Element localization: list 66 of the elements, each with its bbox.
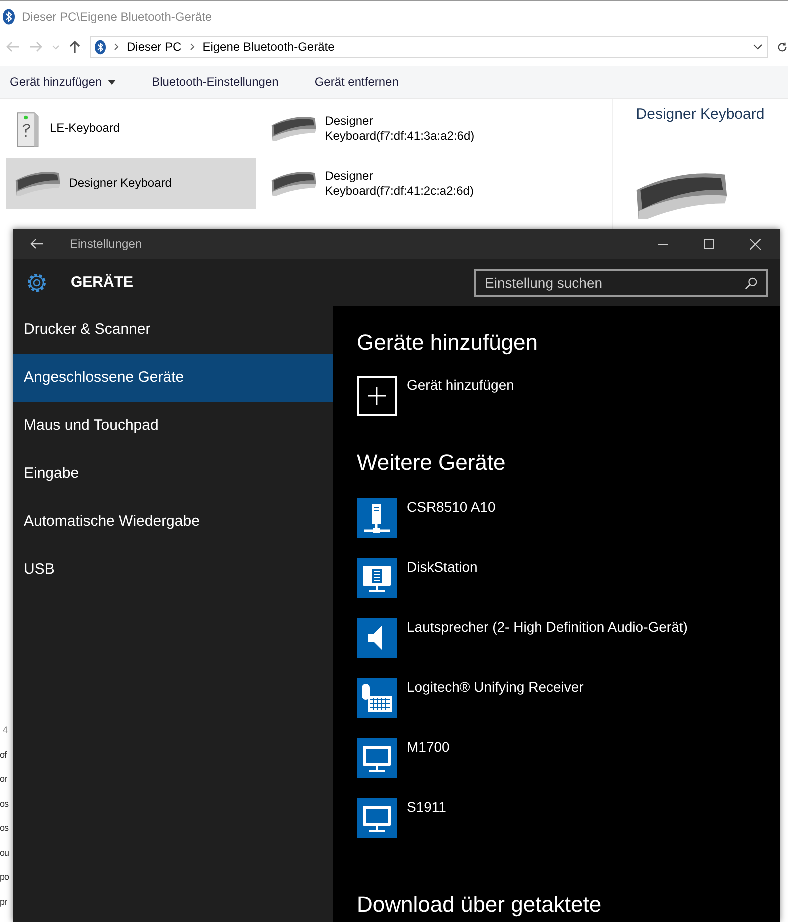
details-title: Designer Keyboard bbox=[636, 106, 765, 123]
network-device-icon bbox=[357, 498, 397, 538]
toolbar-button[interactable]: Bluetooth-Einstellungen bbox=[146, 71, 285, 93]
device-item[interactable]: LE-Keyboard bbox=[6, 103, 256, 154]
monitor-icon bbox=[357, 798, 397, 838]
close-icon[interactable] bbox=[750, 238, 761, 250]
device-name[interactable]: CSR8510 A10 bbox=[407, 498, 496, 515]
chevron-right-icon bbox=[190, 43, 195, 51]
caret-icon bbox=[108, 80, 116, 84]
address-bar[interactable]: Dieser PC Eigene Bluetooth-Geräte bbox=[90, 36, 768, 58]
background-text: pr bbox=[0, 896, 8, 909]
window-title: Dieser PC\Eigene Bluetooth-Geräte bbox=[22, 10, 212, 24]
plus-icon bbox=[368, 387, 386, 405]
keyboard-icon bbox=[270, 116, 318, 141]
device-name[interactable]: S1911 bbox=[407, 798, 446, 815]
device-name[interactable]: Logitech® Unifying Receiver bbox=[407, 678, 584, 695]
device-name: Designer Keyboard(f7:df:41:3a:a2:6d) bbox=[325, 114, 476, 144]
sidebar-item[interactable]: Eingabe bbox=[13, 450, 333, 498]
keyboard-icon bbox=[14, 171, 62, 196]
section-heading: Weitere Geräte bbox=[357, 450, 507, 477]
sidebar-item[interactable]: Automatische Wiedergabe bbox=[13, 498, 333, 546]
sidebar-item[interactable]: Drucker & Scanner bbox=[13, 306, 333, 354]
search-icon bbox=[745, 276, 758, 290]
monitor-icon bbox=[357, 738, 397, 778]
sidebar-item[interactable]: Maus und Touchpad bbox=[13, 402, 333, 450]
background-text: os bbox=[0, 798, 9, 810]
background-text: of bbox=[0, 748, 7, 762]
keyboard-icon bbox=[270, 171, 318, 196]
section-heading: Geräte hinzufügen bbox=[357, 330, 540, 357]
background-text: po bbox=[0, 871, 10, 884]
device-item[interactable]: Designer Keyboard bbox=[6, 158, 256, 209]
back-arrow-icon[interactable] bbox=[30, 238, 44, 250]
chevron-right-icon bbox=[114, 43, 119, 51]
maximize-icon[interactable] bbox=[704, 239, 714, 250]
up-arrow-icon[interactable] bbox=[69, 40, 81, 54]
window-title: Einstellungen bbox=[70, 237, 142, 252]
add-button[interactable] bbox=[357, 376, 397, 416]
page-header: GERÄTE bbox=[71, 274, 134, 292]
device-name: Designer Keyboard bbox=[69, 176, 173, 191]
background-text: ou bbox=[0, 846, 10, 860]
speaker-icon bbox=[357, 618, 397, 658]
device-name: Designer Keyboard(f7:df:41:2c:a2:6d) bbox=[325, 168, 475, 198]
search-field[interactable]: Einstellung suchen bbox=[474, 268, 768, 297]
device-item[interactable]: Designer Keyboard(f7:df:41:2c:a2:6d) bbox=[262, 158, 512, 209]
monitor-icon bbox=[357, 558, 397, 598]
breadcrumb-item[interactable]: Eigene Bluetooth-Geräte bbox=[202, 40, 335, 54]
add-device-label[interactable]: Gerät hinzufügen bbox=[407, 376, 514, 393]
mouse-keyboard-icon bbox=[357, 678, 397, 718]
device-name[interactable]: Lautsprecher (2- High Definition Audio-Gerät) bbox=[407, 618, 688, 635]
toolbar-button[interactable]: Gerät hinzufügen bbox=[4, 71, 122, 93]
sidebar-item[interactable]: Angeschlossene Geräte bbox=[13, 354, 333, 402]
breadcrumb-item[interactable]: Dieser PC bbox=[127, 40, 182, 54]
device-item[interactable]: Designer Keyboard(f7:df:41:3a:a2:6d) bbox=[262, 103, 512, 154]
background-text: 4 bbox=[3, 724, 8, 737]
background-text: or bbox=[0, 773, 8, 786]
bluetooth-icon bbox=[3, 8, 15, 24]
background-text: os bbox=[0, 822, 9, 835]
refresh-icon[interactable] bbox=[777, 42, 788, 52]
device-name[interactable]: M1700 bbox=[407, 738, 450, 755]
section-heading: Download über getaktete bbox=[357, 892, 603, 919]
bluetooth-icon bbox=[95, 40, 106, 54]
device-name[interactable]: DiskStation bbox=[407, 558, 478, 575]
device-name: LE-Keyboard bbox=[50, 121, 122, 136]
sidebar-item[interactable]: USB bbox=[13, 546, 333, 594]
chevron-down-icon[interactable] bbox=[753, 44, 763, 50]
toolbar-button[interactable]: Gerät entfernen bbox=[308, 71, 405, 93]
